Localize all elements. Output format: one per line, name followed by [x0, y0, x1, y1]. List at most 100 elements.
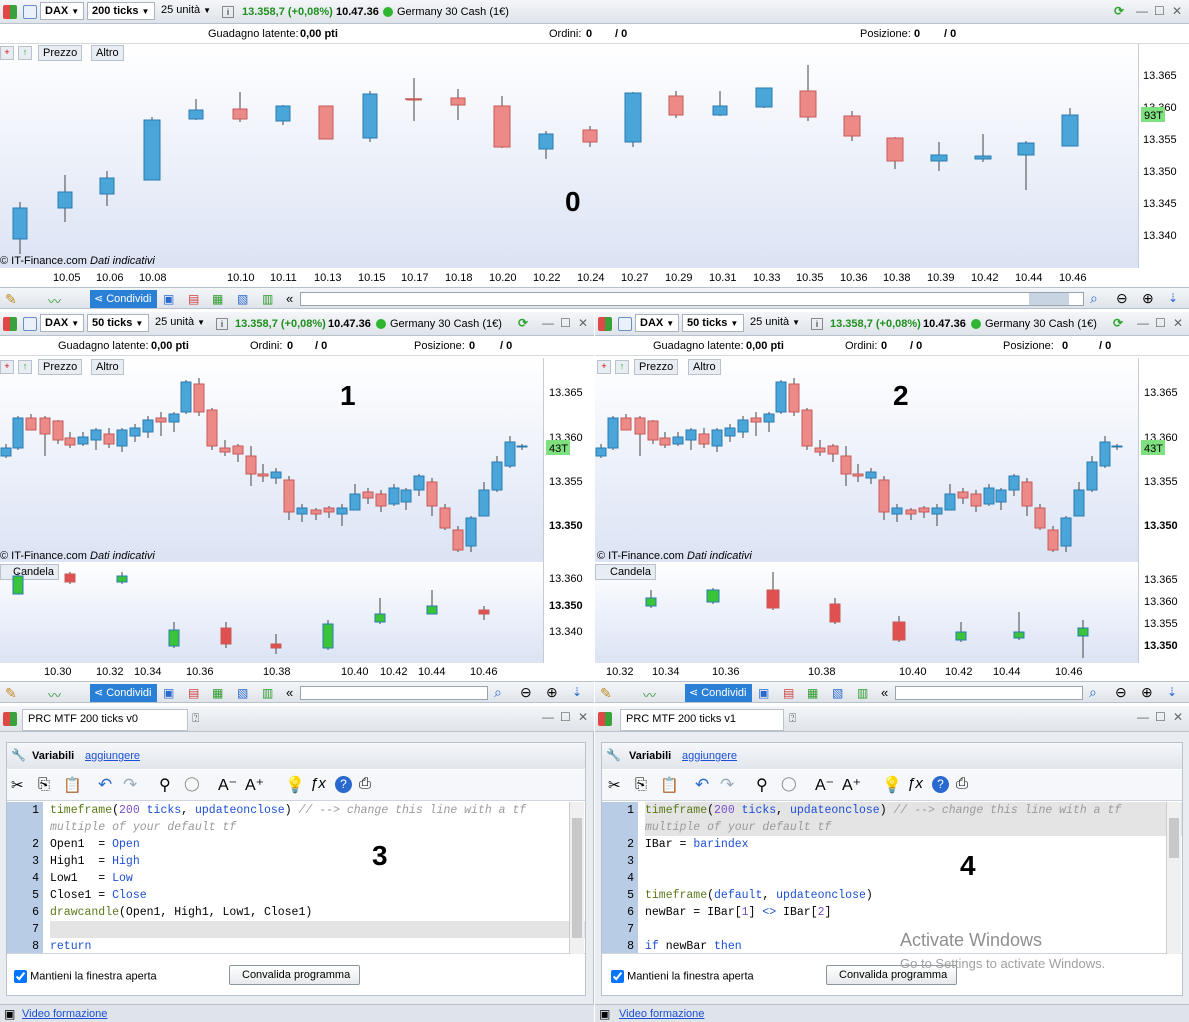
- code-line[interactable]: timeframe(200 ticks, updateonclose) // -…: [50, 802, 526, 819]
- code-line[interactable]: Open1 = Open: [50, 836, 140, 853]
- function-icon[interactable]: ƒx: [310, 775, 326, 792]
- maximize-icon[interactable]: ☐: [1155, 316, 1166, 330]
- maximize-icon[interactable]: ☐: [560, 316, 571, 330]
- quantity-dropdown[interactable]: 25 unità ▼: [151, 314, 209, 332]
- chat-icon[interactable]: ▣: [758, 686, 769, 700]
- code-line[interactable]: Close1 = Close: [50, 887, 147, 904]
- info-icon[interactable]: i: [811, 318, 823, 330]
- validate-program-button[interactable]: Convalida programma: [229, 965, 360, 985]
- settings-icon[interactable]: ⇣: [1168, 291, 1178, 305]
- maximize-icon[interactable]: ☐: [1155, 710, 1166, 724]
- minimize-icon[interactable]: —: [542, 710, 554, 724]
- code-line[interactable]: multiple of your default tf: [50, 819, 236, 836]
- lightbulb-icon[interactable]: 💡: [882, 775, 902, 795]
- zoom-in-icon[interactable]: ⊕: [1141, 684, 1153, 701]
- comment-icon[interactable]: ◯: [184, 775, 200, 792]
- link-icon[interactable]: [23, 317, 37, 331]
- right-scrollbar[interactable]: [895, 686, 1083, 700]
- close-icon[interactable]: ✕: [1173, 710, 1183, 724]
- trade-icon[interactable]: ▥: [262, 686, 273, 700]
- code-line[interactable]: timeframe(200 ticks, updateonclose) // -…: [645, 802, 1182, 819]
- collapse-icon[interactable]: «: [881, 685, 888, 700]
- code-line[interactable]: IBar = barindex: [645, 836, 749, 853]
- undo-icon[interactable]: ↶: [98, 775, 112, 795]
- code-line[interactable]: [50, 921, 585, 938]
- settings-icon[interactable]: ⇣: [572, 685, 582, 699]
- quantity-dropdown[interactable]: 25 unità ▼: [157, 2, 215, 20]
- right-code-scrollbar[interactable]: [1166, 802, 1181, 954]
- redo-icon[interactable]: ↷: [720, 775, 734, 795]
- video-training-link[interactable]: Video formazione: [22, 1008, 107, 1020]
- code-line[interactable]: Low1 = Low: [50, 870, 133, 887]
- chart-type-icon[interactable]: [3, 5, 17, 19]
- add-variable-link[interactable]: aggiungere: [85, 750, 140, 762]
- top-scrollbar[interactable]: [300, 292, 1084, 306]
- zoom-out-icon[interactable]: ⊖: [520, 684, 532, 701]
- help-icon[interactable]: ⍰: [192, 711, 199, 726]
- indicator-icon[interactable]: 〰: [643, 685, 656, 704]
- checkbox[interactable]: [611, 970, 624, 983]
- maximize-icon[interactable]: ☐: [1154, 4, 1165, 18]
- paste-icon[interactable]: 📋: [63, 776, 82, 794]
- zoom-in-icon[interactable]: ⊕: [546, 684, 558, 701]
- draw-tool-icon[interactable]: ✎: [5, 685, 17, 702]
- zoom-fit-icon[interactable]: ⌕: [494, 684, 502, 701]
- refresh-icon[interactable]: ⟳: [518, 316, 528, 330]
- minimize-icon[interactable]: —: [1137, 316, 1149, 330]
- chat-icon[interactable]: ▣: [163, 686, 174, 700]
- screen-icon[interactable]: ▧: [832, 686, 843, 700]
- cut-icon[interactable]: ✂: [608, 776, 621, 794]
- refresh-icon[interactable]: ⟳: [1113, 316, 1123, 330]
- code-line[interactable]: timeframe(default, updateonclose): [645, 887, 873, 904]
- chart-type-icon[interactable]: [3, 317, 17, 331]
- close-icon[interactable]: ✕: [1172, 4, 1182, 18]
- redo-icon[interactable]: ↷: [123, 775, 137, 795]
- right-code-editor[interactable]: 1 timeframe(200 ticks, updateonclose) // …: [602, 802, 1182, 954]
- collapse-icon[interactable]: «: [286, 291, 293, 306]
- print-icon[interactable]: ⎙: [956, 775, 968, 792]
- link-icon[interactable]: [23, 5, 37, 19]
- alert-icon[interactable]: ▦: [212, 686, 223, 700]
- maximize-icon[interactable]: ☐: [560, 710, 571, 724]
- video-training-link[interactable]: Video formazione: [619, 1008, 704, 1020]
- indicator-icon[interactable]: 〰: [48, 685, 61, 704]
- trade-icon[interactable]: ▥: [262, 292, 273, 306]
- help-circle-icon[interactable]: ?: [335, 776, 352, 793]
- close-icon[interactable]: ✕: [578, 710, 588, 724]
- timeframe-dropdown[interactable]: 50 ticks ▼: [87, 314, 149, 332]
- list-icon[interactable]: ▤: [783, 686, 794, 700]
- left-code-scrollbar[interactable]: [569, 802, 584, 954]
- timeframe-dropdown[interactable]: 200 ticks ▼: [87, 2, 155, 20]
- code-line[interactable]: if newBar then: [645, 938, 742, 953]
- share-button[interactable]: ⋖ Condividi: [685, 684, 753, 702]
- print-icon[interactable]: ⎙: [359, 775, 371, 792]
- copy-icon[interactable]: ⎘: [635, 776, 647, 793]
- zoom-out-icon[interactable]: ⊖: [1116, 290, 1128, 307]
- minimize-icon[interactable]: —: [1136, 4, 1148, 18]
- share-button[interactable]: ⋖ Condividi: [90, 684, 158, 702]
- indicator-icon[interactable]: 〰: [48, 291, 61, 310]
- code-line[interactable]: drawcandle(Open1, High1, Low1, Close1): [50, 904, 312, 921]
- symbol-dropdown[interactable]: DAX ▼: [40, 2, 84, 20]
- screen-icon[interactable]: ▧: [237, 292, 248, 306]
- info-icon[interactable]: i: [222, 6, 234, 18]
- draw-tool-icon[interactable]: ✎: [600, 685, 612, 702]
- list-icon[interactable]: ▤: [188, 686, 199, 700]
- close-icon[interactable]: ✕: [1173, 316, 1183, 330]
- left-code-editor[interactable]: 1 timeframe(200 ticks, updateonclose) // …: [7, 802, 585, 954]
- chat-icon[interactable]: ▣: [163, 292, 174, 306]
- function-icon[interactable]: ƒx: [907, 775, 923, 792]
- trade-icon[interactable]: ▥: [857, 686, 868, 700]
- search-icon[interactable]: ⚲: [159, 775, 171, 795]
- lightbulb-icon[interactable]: 💡: [285, 775, 305, 795]
- editor-tab[interactable]: PRC MTF 200 ticks v1: [620, 709, 784, 731]
- comment-icon[interactable]: ◯: [781, 775, 797, 792]
- settings-icon[interactable]: ⇣: [1167, 685, 1177, 699]
- code-line[interactable]: newBar = IBar[1] <> IBar[2]: [645, 904, 831, 921]
- screen-icon[interactable]: ▧: [237, 686, 248, 700]
- zoom-fit-icon[interactable]: ⌕: [1090, 290, 1098, 307]
- quantity-dropdown[interactable]: 25 unità ▼: [746, 314, 804, 332]
- checkbox[interactable]: [14, 970, 27, 983]
- timeframe-dropdown[interactable]: 50 ticks ▼: [682, 314, 744, 332]
- minimize-icon[interactable]: —: [1137, 710, 1149, 724]
